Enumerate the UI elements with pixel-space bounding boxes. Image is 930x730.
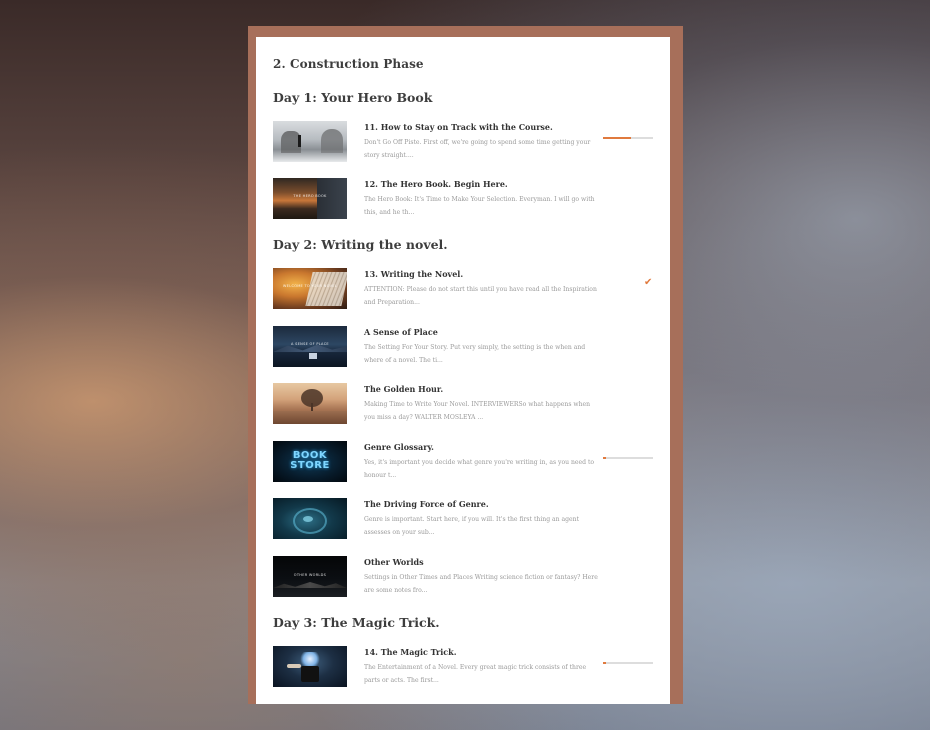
lesson-item[interactable]: BOOK STORE Genre Glossary. Yes, it's imp… <box>273 441 658 485</box>
lesson-description: Genre is important. Start here, if you w… <box>364 516 580 536</box>
lesson-title[interactable]: A Sense of Place <box>364 327 599 337</box>
lesson-thumbnail[interactable] <box>273 383 347 424</box>
lesson-description: The Hero Book: It's Time to Make Your Se… <box>364 196 595 216</box>
lesson-item[interactable]: The Golden Hour. Making Time to Write Yo… <box>273 383 658 427</box>
day-title-2: Day 2: Writing the novel. <box>273 237 448 252</box>
day-title-1: Day 1: Your Hero Book <box>273 90 433 105</box>
lesson-item[interactable]: THE HERO BOOK 12. The Hero Book. Begin H… <box>273 178 658 222</box>
lesson-description: Don't Go Off Piste. First off, we're goi… <box>364 139 591 159</box>
lesson-item[interactable]: The Driving Force of Genre. Genre is imp… <box>273 498 658 542</box>
lesson-title[interactable]: 11. How to Stay on Track with the Course… <box>364 122 599 132</box>
course-curriculum-panel: 2. Construction Phase Day 1: Your Hero B… <box>256 37 670 704</box>
lesson-title[interactable]: The Driving Force of Genre. <box>364 499 599 509</box>
lesson-progress-bar <box>603 137 653 139</box>
lesson-item[interactable]: 11. How to Stay on Track with the Course… <box>273 121 658 165</box>
lesson-thumbnail[interactable]: WELCOME TO YOUR NOVEL <box>273 268 347 309</box>
lesson-thumbnail[interactable] <box>273 498 347 539</box>
lesson-description: The Setting For Your Story. Put very sim… <box>364 344 586 364</box>
lesson-progress-bar <box>603 457 653 459</box>
lesson-progress-fill <box>603 662 606 664</box>
lesson-title[interactable]: 13. Writing the Novel. <box>364 269 599 279</box>
lesson-thumbnail[interactable] <box>273 121 347 162</box>
lesson-item[interactable]: WELCOME TO YOUR NOVEL 13. Writing the No… <box>273 268 658 312</box>
lesson-description: ATTENTION: Please do not start this unti… <box>364 286 597 306</box>
lesson-title[interactable]: Other Worlds <box>364 557 599 567</box>
day-title-3: Day 3: The Magic Trick. <box>273 615 440 630</box>
lesson-progress-fill <box>603 137 631 139</box>
section-title: 2. Construction Phase <box>273 57 424 71</box>
lesson-thumbnail[interactable]: OTHER WORLDS <box>273 556 347 597</box>
lesson-progress-bar <box>603 662 653 664</box>
lesson-thumbnail[interactable]: THE HERO BOOK <box>273 178 347 219</box>
lesson-title[interactable]: 14. The Magic Trick. <box>364 647 599 657</box>
lesson-item[interactable]: 14. The Magic Trick. The Entertainment o… <box>273 646 658 690</box>
thumbnail-caption: BOOK STORE <box>290 450 330 471</box>
lesson-description: The Entertainment of a Novel. Every grea… <box>364 664 587 684</box>
lesson-progress-fill <box>603 457 606 459</box>
lesson-title[interactable]: The Golden Hour. <box>364 384 599 394</box>
lesson-title[interactable]: 12. The Hero Book. Begin Here. <box>364 179 599 189</box>
thumbnail-caption: WELCOME TO YOUR NOVEL <box>282 284 338 288</box>
thumbnail-caption: OTHER WORLDS <box>293 573 327 577</box>
lesson-description: Settings in Other Times and Places Writi… <box>364 574 598 594</box>
lesson-description: Making Time to Write Your Novel. INTERVI… <box>364 401 591 421</box>
checkmark-icon: ✔ <box>644 277 653 288</box>
lesson-thumbnail[interactable] <box>273 646 347 687</box>
thumbnail-caption: A SENSE OF PLACE <box>291 342 329 346</box>
lesson-title[interactable]: Genre Glossary. <box>364 442 599 452</box>
thumbnail-caption: THE HERO BOOK <box>293 194 327 198</box>
lesson-item[interactable]: A SENSE OF PLACE A Sense of Place The Se… <box>273 326 658 370</box>
lesson-description: Yes, it's important you decide what genr… <box>364 459 595 479</box>
lesson-thumbnail[interactable]: A SENSE OF PLACE <box>273 326 347 367</box>
lesson-thumbnail[interactable]: BOOK STORE <box>273 441 347 482</box>
lesson-item[interactable]: OTHER WORLDS Other Worlds Settings in Ot… <box>273 556 658 600</box>
